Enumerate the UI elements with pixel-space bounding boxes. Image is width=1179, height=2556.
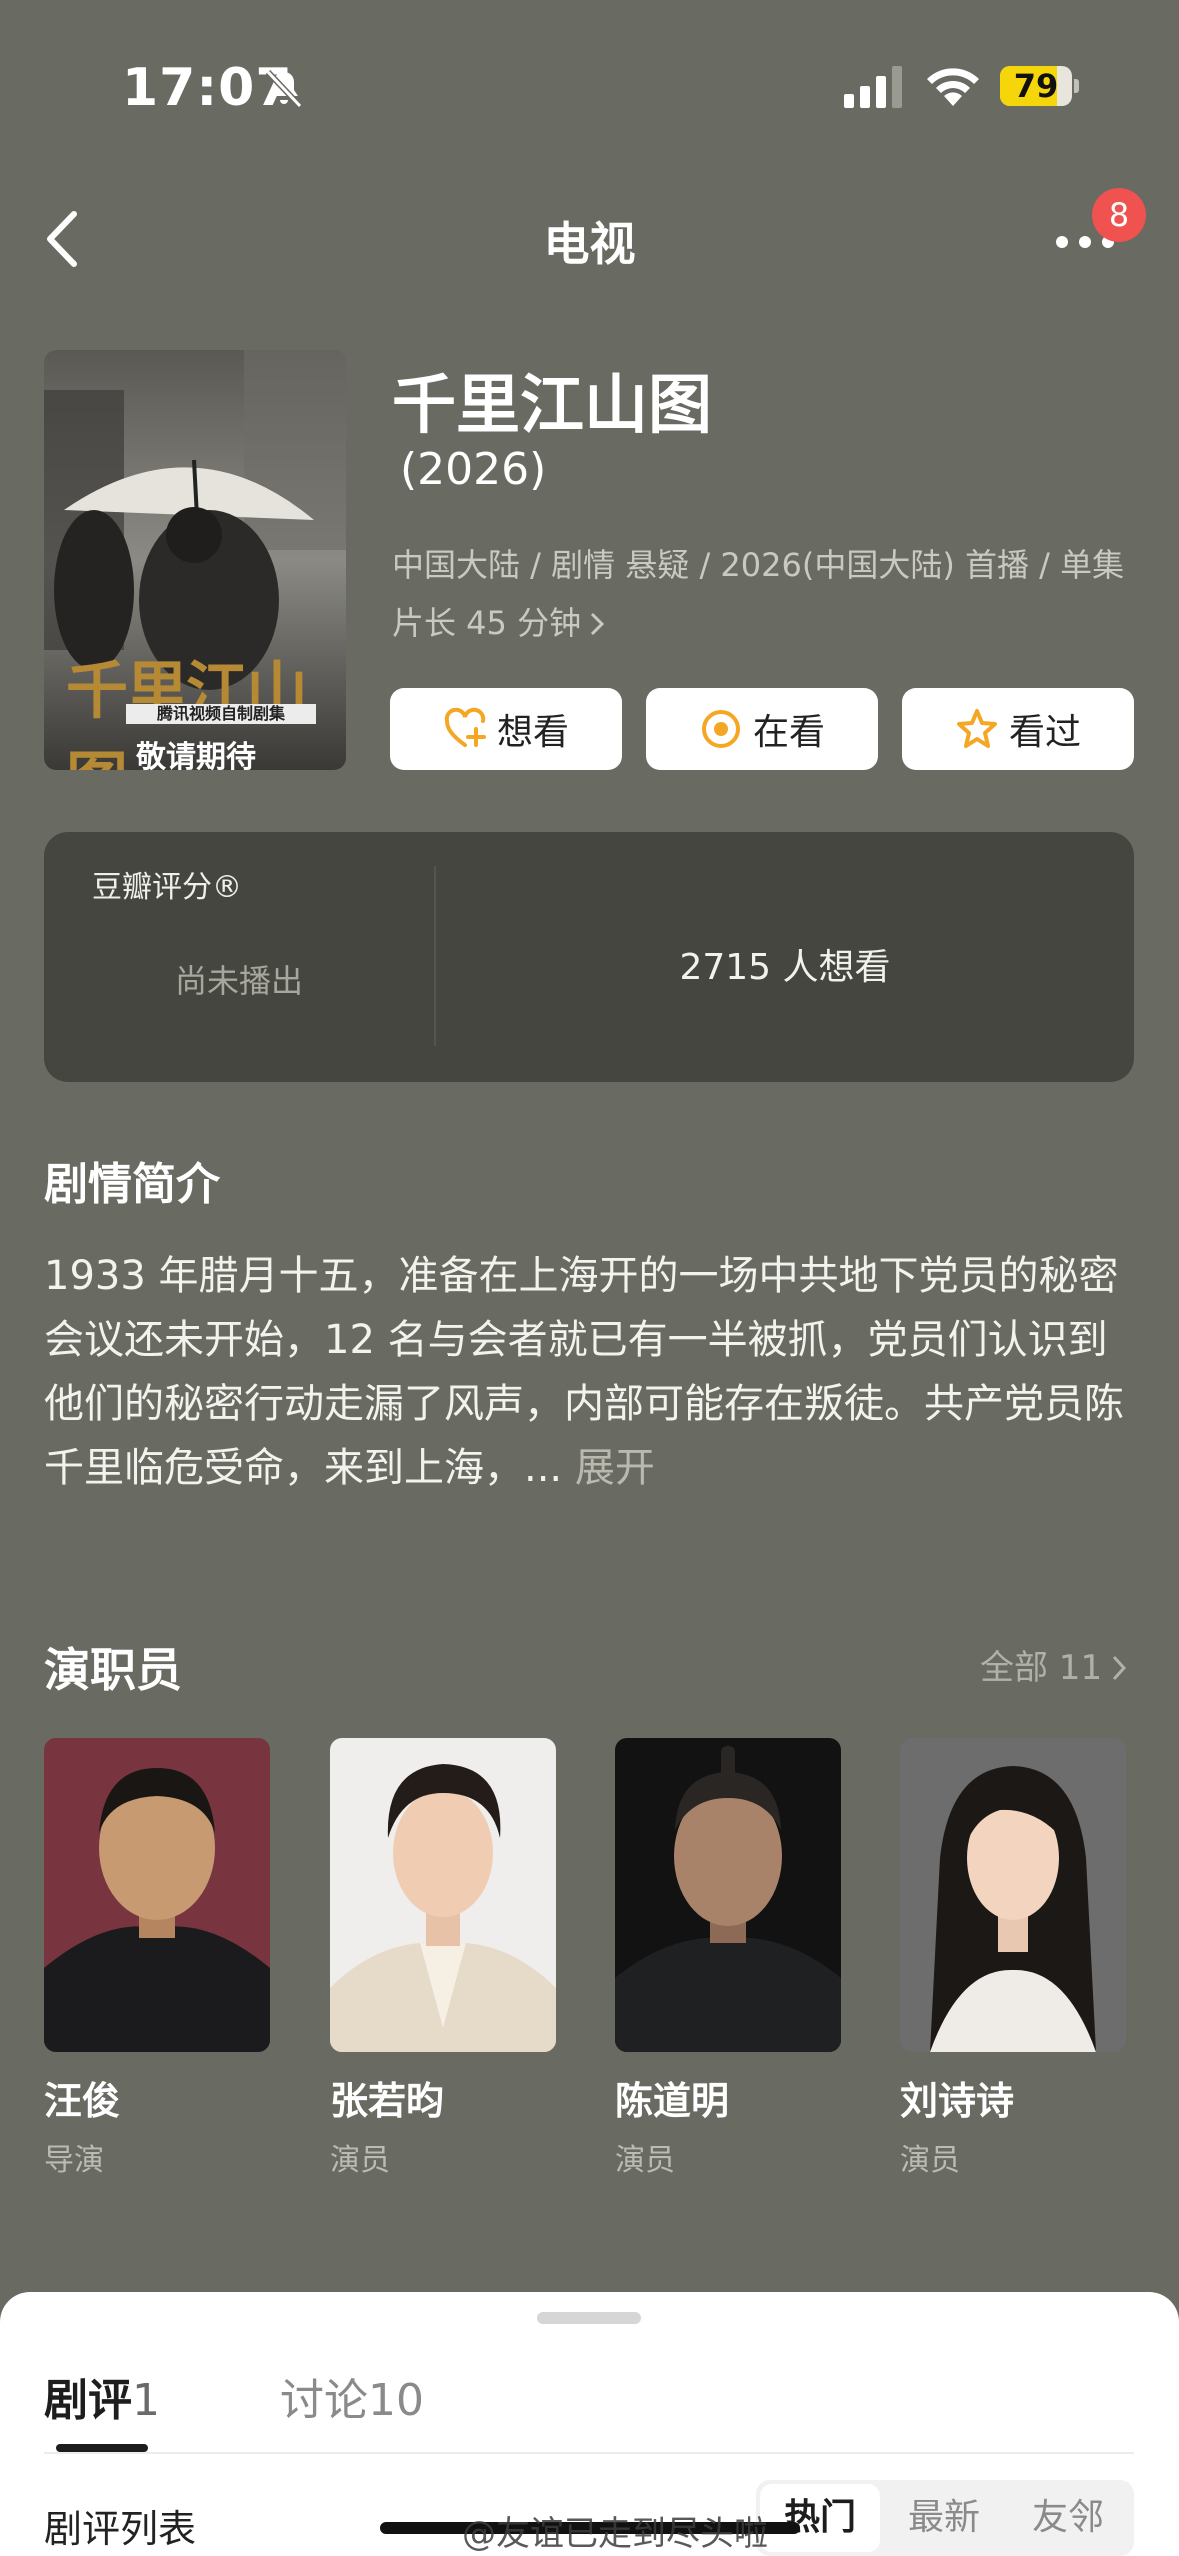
- cast-role: 演员: [615, 2143, 675, 2178]
- synopsis-title: 剧情简介: [44, 1159, 220, 1210]
- sort-segmented-control[interactable]: 热门 最新 友邻: [756, 2480, 1134, 2556]
- cast-photo-art: [900, 1738, 1126, 2052]
- battery-icon: 79: [1000, 66, 1079, 106]
- cast-photo-art: [44, 1738, 270, 2052]
- bell-slash-icon: [265, 69, 303, 109]
- cast-photo-art: [330, 1738, 556, 2052]
- sort-friends[interactable]: 友邻: [1008, 2480, 1128, 2556]
- watched-label: 看过: [1008, 712, 1081, 753]
- cast-card[interactable]: 张若昀 演员: [330, 1738, 556, 2179]
- cast-card[interactable]: 陈道明 演员: [615, 1738, 841, 2179]
- tab-discussions[interactable]: 讨论10: [280, 2364, 424, 2428]
- movie-meta-text: 中国大陆 / 剧情 悬疑 / 2026(中国大陆) 首播 / 单集片长 45 分…: [392, 546, 1125, 642]
- rating-status: 尚未播出: [174, 962, 303, 1000]
- watermark: @友谊已走到尽头啦: [462, 2514, 768, 2554]
- target-circle-icon: [701, 710, 740, 748]
- tab-reviews-label: 剧评: [44, 2375, 132, 2426]
- poster-image[interactable]: 千里江山图 腾讯视频自制剧集 敬请期待: [44, 350, 346, 770]
- sheet-grabber[interactable]: [537, 2312, 641, 2324]
- heart-plus-icon: [444, 707, 486, 747]
- cast-all-label: 全部 11: [980, 1648, 1103, 1688]
- want-to-watch-button[interactable]: 想看: [390, 688, 622, 770]
- poster-tag: 敬请期待: [136, 740, 256, 770]
- tab-reviews[interactable]: 剧评1: [44, 2364, 160, 2428]
- cast-photo: [900, 1738, 1126, 2052]
- cast-role: 导演: [44, 2143, 104, 2178]
- cast-role: 演员: [900, 2143, 960, 2178]
- tab-discussions-count: 10: [368, 2375, 424, 2426]
- cast-photo: [44, 1738, 270, 2052]
- cast-role: 演员: [330, 2143, 390, 2178]
- rating-label: 豆瓣评分®: [92, 870, 242, 905]
- tab-reviews-count: 1: [132, 2375, 160, 2426]
- poster-caption: 腾讯视频自制剧集: [126, 704, 316, 724]
- star-icon: [956, 709, 997, 748]
- battery-cap: [1074, 79, 1079, 93]
- review-list-title: 剧评列表: [44, 2507, 197, 2551]
- cast-card[interactable]: 刘诗诗 演员: [900, 1738, 1126, 2179]
- want-label: 想看: [496, 712, 569, 753]
- cast-all-link[interactable]: 全部 11: [980, 1640, 1130, 1689]
- cast-name: 张若昀: [330, 2079, 445, 2123]
- watched-button[interactable]: 看过: [902, 688, 1134, 770]
- watching-label: 在看: [752, 712, 825, 753]
- tab-active-indicator: [56, 2444, 148, 2452]
- cast-photo: [330, 1738, 556, 2052]
- battery-level: 79: [1013, 67, 1059, 105]
- rating-card[interactable]: 豆瓣评分® 尚未播出 2715 人想看: [44, 832, 1134, 1082]
- wifi-icon: [927, 68, 979, 106]
- cast-name: 汪俊: [44, 2079, 121, 2123]
- sort-hot[interactable]: 热门: [760, 2484, 880, 2552]
- chevron-right-icon: [591, 612, 605, 636]
- movie-meta[interactable]: 中国大陆 / 剧情 悬疑 / 2026(中国大陆) 首播 / 单集片长 45 分…: [392, 536, 1142, 652]
- movie-year: (2026): [400, 444, 547, 495]
- cast-card[interactable]: 汪俊 导演: [44, 1738, 270, 2179]
- cast-photo: [615, 1738, 841, 2052]
- tab-discussions-label: 讨论: [280, 2375, 368, 2426]
- notification-badge: 8: [1092, 188, 1146, 242]
- sheet-divider: [44, 2452, 1134, 2454]
- chevron-right-icon: [1112, 1655, 1127, 1681]
- cast-name: 陈道明: [615, 2079, 730, 2123]
- cast-photo-art: [615, 1738, 841, 2052]
- page-title: 电视: [543, 217, 636, 271]
- sort-newest[interactable]: 最新: [884, 2480, 1004, 2556]
- cast-name: 刘诗诗: [900, 2079, 1015, 2123]
- expand-link[interactable]: 展开: [575, 1445, 655, 1491]
- synopsis-text: 1933 年腊月十五，准备在上海开的一场中共地下党员的秘密会议还未开始，12 名…: [44, 1244, 1144, 1500]
- cellular-signal-icon: [844, 66, 902, 108]
- cast-title: 演职员: [44, 1643, 182, 1697]
- movie-title: 千里江山图: [392, 369, 712, 443]
- status-bar: 17:07 79: [0, 0, 1179, 170]
- watching-button[interactable]: 在看: [646, 688, 878, 770]
- want-count: 2715 人想看: [679, 947, 891, 988]
